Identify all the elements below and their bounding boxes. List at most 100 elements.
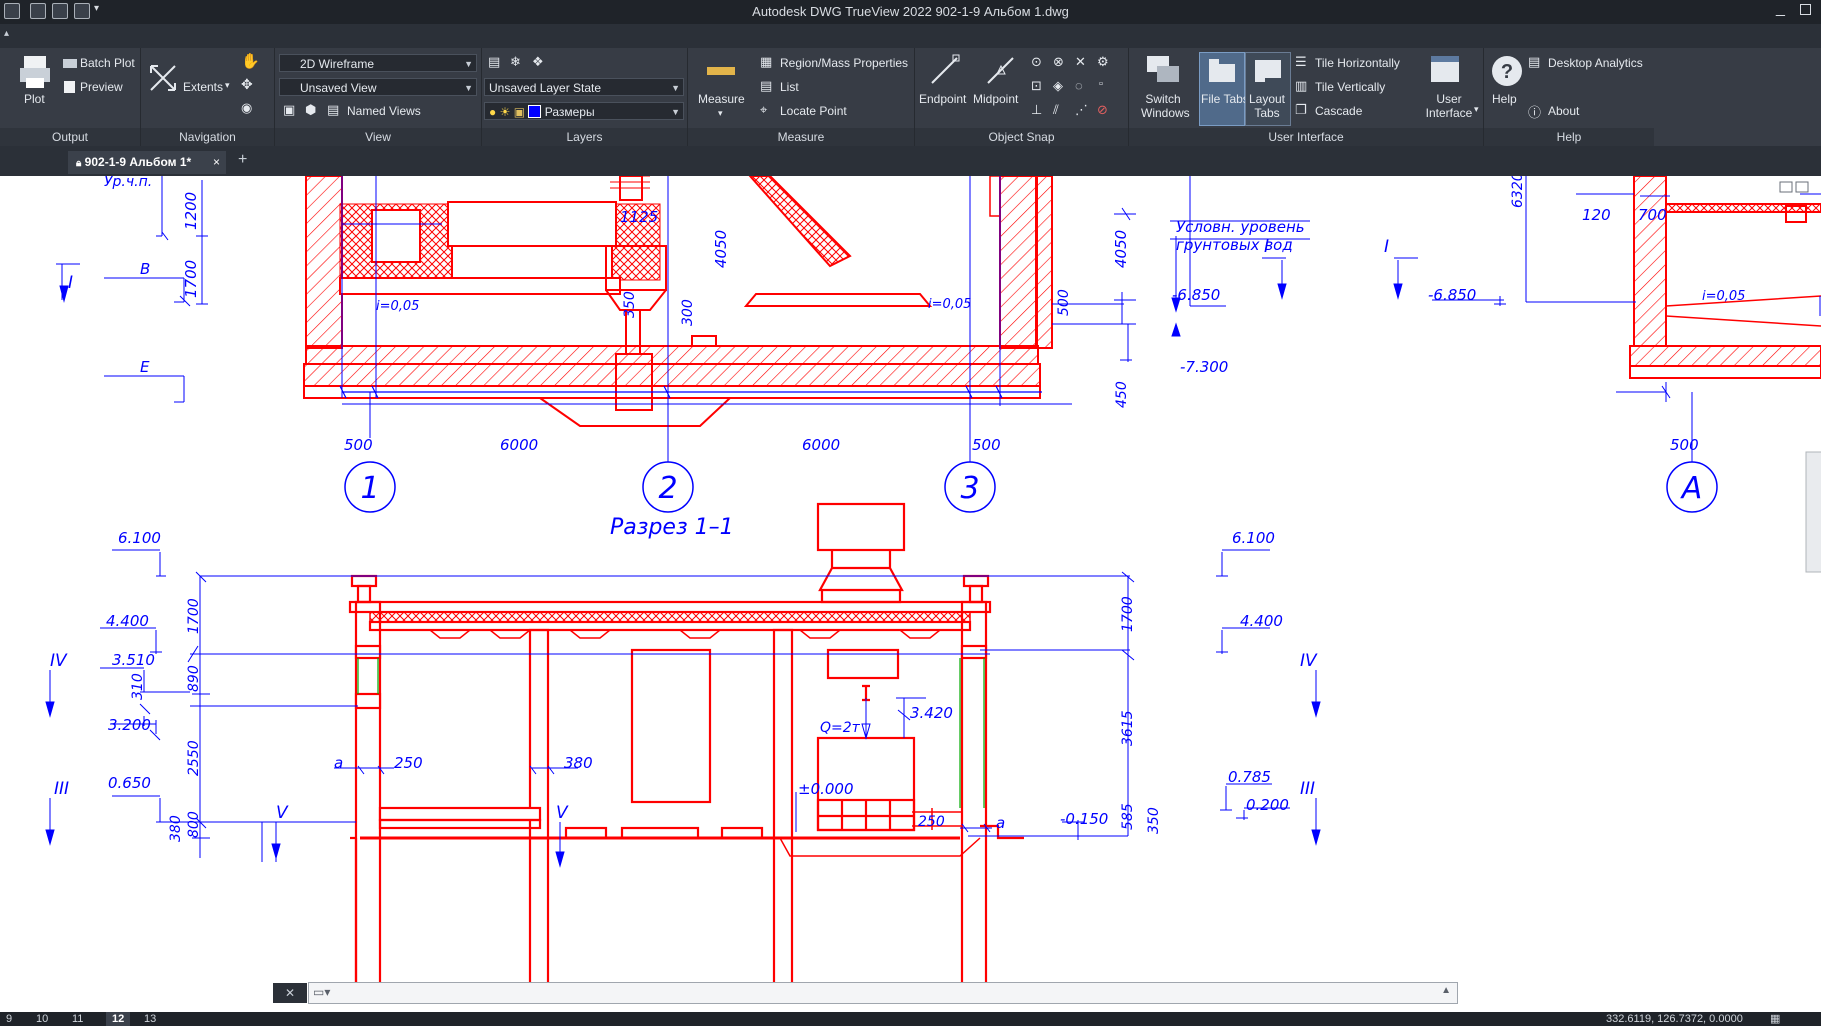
command-history-icon[interactable]: ▲	[1441, 985, 1451, 996]
panel-user-interface: Switch Windows File Tabs Layout Tabs ☰ T…	[1129, 48, 1484, 146]
layout-tab-10[interactable]: 10	[36, 1012, 48, 1026]
section-cut-v-right: V	[556, 803, 569, 823]
dim-310: 310	[130, 673, 146, 700]
switch-windows-button[interactable]: Switch Windows	[1141, 92, 1190, 120]
snap-off-icon[interactable]: ⊘	[1097, 102, 1108, 118]
named-views-button[interactable]: Named Views	[347, 104, 421, 118]
ribbon-toggle-icon[interactable]: ▴	[4, 28, 9, 39]
tile-horizontally-button[interactable]: Tile Horizontally	[1315, 56, 1400, 70]
dim-6000-a: 6000	[500, 436, 538, 454]
cascade-button[interactable]: Cascade	[1315, 104, 1362, 118]
measure-dropdown-icon[interactable]: ▾	[718, 108, 723, 119]
current-layer-select[interactable]: ● ☀ ▣ Размеры ▼	[484, 102, 684, 120]
endpoint-button[interactable]: Endpoint	[919, 92, 966, 106]
elev-6100-right: 6.100	[1232, 529, 1275, 547]
layer-freeze-icon[interactable]: ❄	[510, 54, 521, 70]
parallel-snap-icon[interactable]: ⫽	[1053, 102, 1059, 118]
dim-500-b: 500	[972, 436, 1001, 454]
dim-380: 380	[168, 815, 184, 842]
minimize-icon[interactable]: _	[1776, 0, 1785, 18]
region-mass-properties-button[interactable]: Region/Mass Properties	[780, 56, 908, 70]
batch-plot-button[interactable]: Batch Plot	[80, 56, 135, 70]
dim-500: 500	[1056, 289, 1072, 316]
elev-3420: 3.420	[910, 704, 953, 722]
perpendicular-snap-icon[interactable]: ⊥	[1031, 102, 1042, 118]
node-snap-icon[interactable]: ⊗	[1053, 54, 1064, 70]
section-cut-iv-right: IV	[1300, 651, 1318, 671]
slope-3: i=0,05	[1702, 289, 1745, 304]
preview-icon	[64, 81, 75, 93]
navigation-bar[interactable]	[1805, 451, 1821, 573]
slope-2: i=0,05	[928, 297, 971, 312]
panel-output-title: Output	[0, 128, 140, 146]
groundwater-note-line2: грунтовых вод	[1176, 236, 1293, 254]
close-tab-icon[interactable]: ×	[213, 151, 220, 174]
view-cube-icon[interactable]: ▣	[283, 102, 295, 118]
tangent-snap-icon[interactable]: ◌	[1075, 78, 1083, 93]
apparent-snap-icon[interactable]: ⋰	[1075, 102, 1088, 118]
dim-380-b: 380	[564, 754, 593, 772]
pan-icon[interactable]: ✋	[241, 52, 260, 70]
command-line-close-icon[interactable]: ✕	[273, 983, 307, 1003]
dim-500-c: 500	[1670, 436, 1699, 454]
nearest-snap-icon[interactable]: ▫	[1099, 78, 1103, 90]
elev-6850-b: -6.850	[1428, 286, 1476, 304]
drawing-canvas[interactable]: Ур.ч.п. В Е I I I 1200 1700 1125 4050 40…	[0, 176, 1821, 1012]
preview-button[interactable]: Preview	[80, 80, 123, 94]
midpoint-button[interactable]: Midpoint	[973, 92, 1018, 106]
label-a-right: a	[996, 814, 1005, 832]
quadrant-snap-icon[interactable]: ◈	[1053, 78, 1063, 94]
about-button[interactable]: About	[1548, 104, 1579, 118]
locate-point-button[interactable]: Locate Point	[780, 104, 847, 118]
extents-dropdown-icon[interactable]: ▾	[225, 80, 230, 91]
maximize-icon[interactable]	[1800, 4, 1811, 15]
endpoint-icon	[931, 54, 960, 84]
elev-0650: 0.650	[108, 774, 151, 792]
layout-tab-9[interactable]: 9	[6, 1012, 12, 1026]
window-title: Autodesk DWG TrueView 2022 902-1-9 Альбо…	[752, 4, 1069, 19]
layer-properties-icon[interactable]: ▤	[488, 54, 500, 70]
section-cut-iii-left: III	[54, 779, 69, 799]
layer-state-select[interactable]: Unsaved Layer State ▼	[484, 78, 684, 96]
svg-text:1: 1	[360, 471, 379, 506]
file-tab[interactable]: 🔒︎ 902-1-9 Альбом 1* ×	[68, 151, 226, 174]
user-interface-dropdown-icon[interactable]: ▾	[1474, 104, 1479, 115]
layer-match-icon[interactable]: ❖	[532, 54, 544, 70]
window-glazing	[357, 658, 985, 808]
box-icon[interactable]: ⬢	[305, 102, 316, 118]
extents-button[interactable]: Extents	[183, 80, 223, 94]
visual-style-select[interactable]: 2D Wireframe ▼	[279, 54, 477, 72]
plot-button[interactable]: Plot	[24, 92, 45, 106]
section-title: Разрез 1–1	[610, 515, 734, 540]
intersection-snap-icon[interactable]: ✕	[1075, 54, 1086, 70]
user-interface-icon	[1431, 56, 1459, 82]
dim-1700: 1700	[182, 260, 200, 298]
elev-urchp: Ур.ч.п.	[104, 176, 152, 190]
insert-snap-icon[interactable]: ⊡	[1031, 78, 1042, 94]
dim-800: 800	[186, 811, 202, 838]
svg-text:?: ?	[1501, 61, 1513, 83]
model-space-icon[interactable]: ▦	[1770, 1012, 1780, 1026]
snap-settings-icon[interactable]: ⚙	[1097, 54, 1109, 70]
drawing-svg[interactable]: Ур.ч.п. В Е I I I 1200 1700 1125 4050 40…	[0, 176, 1821, 1012]
user-interface-button[interactable]: User Interface	[1425, 92, 1473, 120]
view-state-select[interactable]: Unsaved View ▼	[279, 78, 477, 96]
panel-help-title: Help	[1484, 128, 1654, 146]
help-button[interactable]: Help	[1492, 92, 1517, 106]
steering-wheel-icon[interactable]: ◉	[241, 100, 252, 116]
panel-user-interface-title: User Interface	[1129, 128, 1483, 146]
dim-1700-right: 1700	[1120, 596, 1136, 632]
orbit-icon[interactable]: ✥	[241, 76, 253, 93]
extents-icon	[150, 65, 176, 91]
desktop-analytics-button[interactable]: Desktop Analytics	[1548, 56, 1643, 70]
measure-button[interactable]: Measure	[698, 92, 745, 106]
layout-tab-13[interactable]: 13	[144, 1012, 156, 1026]
layout-tab-12-active[interactable]: 12	[106, 1012, 131, 1026]
center-snap-icon[interactable]: ⊙	[1031, 54, 1042, 70]
svg-text:А: А	[1680, 471, 1703, 506]
tile-vertically-button[interactable]: Tile Vertically	[1315, 80, 1385, 94]
new-tab-icon[interactable]: +	[238, 151, 247, 169]
command-line[interactable]: ✕ ▭▾ ▲	[273, 982, 1458, 1004]
layout-tab-11[interactable]: 11	[72, 1012, 83, 1026]
list-button[interactable]: List	[780, 80, 799, 94]
